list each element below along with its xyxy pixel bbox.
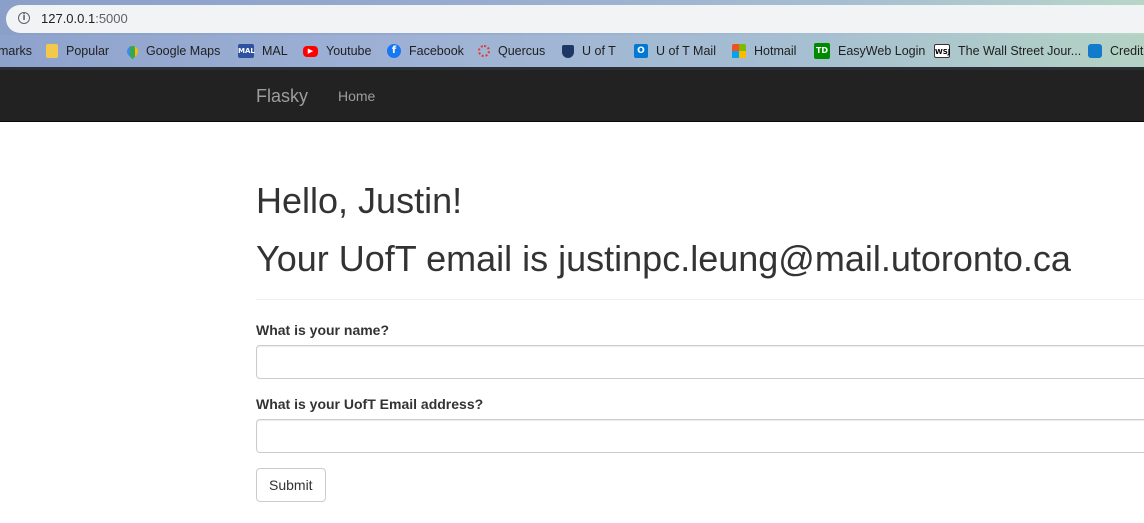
bookmark-youtube[interactable]: ▶ Youtube	[303, 35, 371, 67]
navbar: Flasky Home	[0, 70, 1144, 122]
email-label: What is your UofT Email address?	[256, 396, 484, 412]
youtube-icon: ▶	[303, 45, 318, 57]
submit-button[interactable]: Submit	[256, 468, 326, 502]
bookmark-uoft-mail[interactable]: O U of T Mail	[634, 35, 716, 67]
browser-toolbar: i 127.0.0.1:5000	[0, 0, 1144, 35]
name-label: What is your name?	[256, 322, 390, 338]
bookmark-uoft[interactable]: U of T	[562, 35, 616, 67]
bookmark-hotmail[interactable]: Hotmail	[732, 35, 796, 67]
facebook-icon: f	[387, 44, 401, 58]
bookmarks-bar: marks Popular Google Maps MAL MAL ▶ Yout…	[0, 35, 1144, 67]
bookmark-credit[interactable]: Credit	[1088, 35, 1143, 67]
email-heading: Your UofT email is justinpc.leung@mail.u…	[256, 238, 1071, 279]
bookmark-google-maps[interactable]: Google Maps	[124, 35, 220, 67]
address-bar[interactable]: i 127.0.0.1:5000	[6, 5, 1144, 33]
divider	[256, 299, 1144, 300]
bookmark-mal[interactable]: MAL MAL	[238, 35, 288, 67]
email-input[interactable]	[256, 419, 1144, 453]
bookmark-easyweb[interactable]: TD EasyWeb Login	[814, 35, 925, 67]
nav-home-link[interactable]: Home	[338, 88, 375, 104]
google-maps-icon	[124, 43, 141, 59]
bookmark-facebook[interactable]: f Facebook	[387, 35, 464, 67]
td-icon: TD	[814, 43, 830, 59]
uoft-icon	[562, 44, 574, 58]
bookmark-wsj[interactable]: WSJ The Wall Street Jour...	[934, 35, 1081, 67]
navbar-brand[interactable]: Flasky	[256, 86, 308, 107]
mal-icon: MAL	[238, 44, 255, 58]
microsoft-icon	[732, 44, 746, 58]
bookmark-quercus[interactable]: Quercus	[478, 35, 545, 67]
bookmark-bookmarks[interactable]: marks	[0, 35, 32, 67]
name-input[interactable]	[256, 345, 1144, 379]
wsj-icon: WSJ	[934, 44, 950, 58]
quercus-icon	[478, 45, 490, 57]
bookmark-popular[interactable]: Popular	[46, 35, 109, 67]
folder-icon	[46, 44, 58, 58]
chase-icon	[1088, 44, 1102, 58]
outlook-icon: O	[634, 44, 648, 58]
greeting-heading: Hello, Justin!	[256, 180, 463, 221]
url-text[interactable]: 127.0.0.1:5000	[41, 11, 128, 26]
info-icon[interactable]: i	[18, 12, 30, 24]
